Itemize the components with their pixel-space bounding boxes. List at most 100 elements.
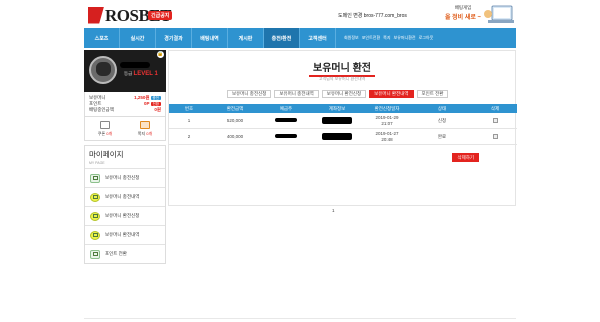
side-item-label: 보유머니 충전신청 bbox=[105, 175, 140, 180]
nav-bet-history[interactable]: 배팅내역 bbox=[192, 28, 228, 48]
side-item-label: 보유머니 충전내역 bbox=[105, 194, 140, 199]
col-holder: 예금주 bbox=[279, 105, 293, 111]
row-amount: 400,000 bbox=[226, 134, 244, 139]
logo-b-mark bbox=[88, 6, 104, 24]
row-no: 2 bbox=[187, 134, 191, 139]
betting-label: 배팅중인금액 bbox=[89, 107, 114, 112]
page-title-wrap: 보유머니 환전 bbox=[169, 59, 515, 77]
footer-divider bbox=[84, 318, 516, 319]
profile-card: 등급 LEVEL 1 🔒 bbox=[84, 50, 166, 92]
message-count: 0개 bbox=[146, 130, 153, 136]
tab-point-convert[interactable]: 포인트 전환 bbox=[416, 90, 449, 98]
coupon-link[interactable]: 쿠폰 0개 bbox=[85, 117, 125, 140]
row-date-time: 21:07 bbox=[381, 120, 393, 126]
row-status: 신청 bbox=[437, 117, 447, 123]
util-links: 회원정보 포인트전환 쪽지 보유머니환전 로그아웃 bbox=[344, 35, 433, 41]
tab-withdraw-request[interactable]: 보유머니 환전신청 bbox=[321, 90, 367, 98]
message-icon bbox=[140, 120, 150, 129]
side-withdraw-history[interactable]: 보유머니 환전내역 bbox=[85, 225, 165, 244]
util-logout[interactable]: 로그아웃 bbox=[419, 35, 434, 41]
nav-sports[interactable]: 스포츠 bbox=[84, 28, 120, 48]
delete-button[interactable]: 삭제하기 bbox=[452, 153, 479, 162]
betting-value: 0원 bbox=[154, 107, 161, 112]
deposit-button[interactable]: 충전 bbox=[150, 96, 161, 100]
row-status: 완료 bbox=[437, 133, 447, 139]
points-value: 0P bbox=[144, 101, 150, 106]
tab-deposit-request[interactable]: 보유머니 충전신청 bbox=[227, 90, 272, 98]
util-member-info[interactable]: 회원정보 bbox=[344, 35, 359, 41]
message-link[interactable]: 쪽지 0개 bbox=[125, 117, 165, 140]
promo-line-2: 올 정비 새로 ~ bbox=[444, 15, 482, 21]
tab-deposit-history[interactable]: 보유머니 충전내역 bbox=[274, 90, 319, 98]
message-label: 쪽지 bbox=[137, 130, 146, 136]
col-amount: 환전금액 bbox=[226, 105, 244, 111]
table-row: 1 520,000 2019-01-29 21:07 신청 bbox=[169, 113, 517, 129]
tab-withdraw-history[interactable]: 보유머니 환전내역 bbox=[369, 90, 414, 98]
mypage-title: 마이페이지 bbox=[89, 150, 124, 159]
row-date: 2019-01-27 20:48 bbox=[363, 131, 411, 143]
row-select-checkbox[interactable] bbox=[473, 133, 517, 140]
side-item-label: 보유머니 환전내역 bbox=[105, 232, 140, 237]
row-holder-redacted bbox=[261, 134, 311, 139]
mypage-menu: 마이페이지 MY PAGE 보유머니 충전신청 보유머니 충전내역 보유머니 환… bbox=[84, 145, 166, 264]
mypage-subtitle: MY PAGE bbox=[89, 161, 105, 165]
nav-support[interactable]: 고객센터 bbox=[300, 28, 336, 48]
util-point-convert[interactable]: 포인트전환 bbox=[362, 35, 380, 41]
money-summary: 보유머니 1,250원 충전 포인트 0P 전환 배팅중인금액 0원 bbox=[84, 92, 166, 117]
nav-deposit-withdraw[interactable]: 충전/환전 bbox=[264, 28, 300, 48]
row-account-redacted bbox=[311, 116, 363, 125]
page-title: 보유머니 환전 bbox=[309, 59, 375, 77]
sub-tabs: 보유머니 충전신청 보유머니 충전내역 보유머니 환전신청 보유머니 환전내역 … bbox=[227, 90, 449, 98]
row-account-redacted bbox=[311, 132, 363, 141]
user-level: 등급 LEVEL 1 bbox=[124, 71, 158, 77]
col-delete: 삭제 bbox=[490, 105, 500, 111]
promo-banner[interactable]: 배팅게임 올 정비 새로 ~ bbox=[444, 5, 482, 21]
level-value: LEVEL 1 bbox=[133, 71, 158, 77]
point-convert-icon bbox=[90, 249, 100, 259]
pagination-page[interactable]: 1 bbox=[332, 208, 335, 213]
row-date: 2019-01-29 21:07 bbox=[363, 115, 411, 127]
urgent-notice-badge[interactable]: 긴급공지 bbox=[148, 11, 173, 20]
username-redacted bbox=[120, 62, 150, 68]
point-convert-button[interactable]: 전환 bbox=[150, 102, 161, 106]
coupon-count: 0개 bbox=[106, 130, 113, 136]
table-row: 2 400,000 2019-01-27 20:48 완료 bbox=[169, 129, 517, 145]
col-status: 상태 bbox=[437, 105, 447, 111]
deposit-history-icon bbox=[90, 192, 100, 202]
avatar bbox=[89, 56, 117, 84]
withdraw-history-icon bbox=[90, 230, 100, 240]
main-nav: 스포츠 실시간 경기결과 배팅내역 게시판 충전/환전 고객센터 회원정보 포인… bbox=[84, 28, 516, 48]
row-no: 1 bbox=[187, 118, 191, 123]
nav-board[interactable]: 게시판 bbox=[228, 28, 264, 48]
sidebar: 등급 LEVEL 1 🔒 보유머니 1,250원 충전 포인트 0P 전환 배팅중인… bbox=[84, 50, 166, 264]
promo-line-1: 배팅게임 bbox=[454, 5, 472, 10]
row-amount: 520,000 bbox=[226, 118, 244, 123]
nav-live[interactable]: 실시간 bbox=[120, 28, 156, 48]
util-withdraw[interactable]: 보유머니환전 bbox=[394, 35, 416, 41]
side-deposit-request[interactable]: 보유머니 충전신청 bbox=[85, 168, 165, 187]
row-date-time: 20:48 bbox=[381, 136, 393, 142]
side-withdraw-request[interactable]: 보유머니 환전신청 bbox=[85, 206, 165, 225]
util-messages[interactable]: 쪽지 bbox=[383, 35, 390, 41]
col-account: 계좌정보 bbox=[328, 105, 346, 111]
promo-illustration bbox=[484, 5, 514, 23]
mypage-header: 마이페이지 MY PAGE bbox=[85, 146, 165, 168]
lock-icon[interactable]: 🔒 bbox=[157, 51, 164, 58]
side-point-convert[interactable]: 포인트 전환 bbox=[85, 244, 165, 263]
balance-value: 1,250원 bbox=[134, 95, 150, 100]
domain-change-notice: 도메인 변경 bros-777.com_bros bbox=[338, 13, 407, 19]
money-row-betting: 배팅중인금액 0원 bbox=[89, 107, 161, 113]
main-content: 보유머니 환전 고객님의 보유머니 환전내역 보유머니 충전신청 보유머니 충전… bbox=[168, 50, 517, 206]
col-no: 번호 bbox=[184, 105, 194, 111]
page-subtitle: 고객님의 보유머니 환전내역 bbox=[318, 76, 366, 81]
coupon-icon bbox=[100, 120, 110, 129]
row-holder-redacted bbox=[261, 118, 311, 123]
side-deposit-history[interactable]: 보유머니 충전내역 bbox=[85, 187, 165, 206]
withdraw-table: 번호 환전금액 예금주 계좌정보 환전신청일자 상태 삭제 1 520,000 … bbox=[169, 104, 517, 145]
side-item-label: 포인트 전환 bbox=[105, 251, 127, 256]
nav-results[interactable]: 경기결과 bbox=[156, 28, 192, 48]
table-header: 번호 환전금액 예금주 계좌정보 환전신청일자 상태 삭제 bbox=[169, 104, 517, 113]
coupon-label: 쿠폰 bbox=[97, 130, 106, 136]
side-item-label: 보유머니 환전신청 bbox=[105, 213, 140, 218]
row-select-checkbox[interactable] bbox=[473, 117, 517, 124]
